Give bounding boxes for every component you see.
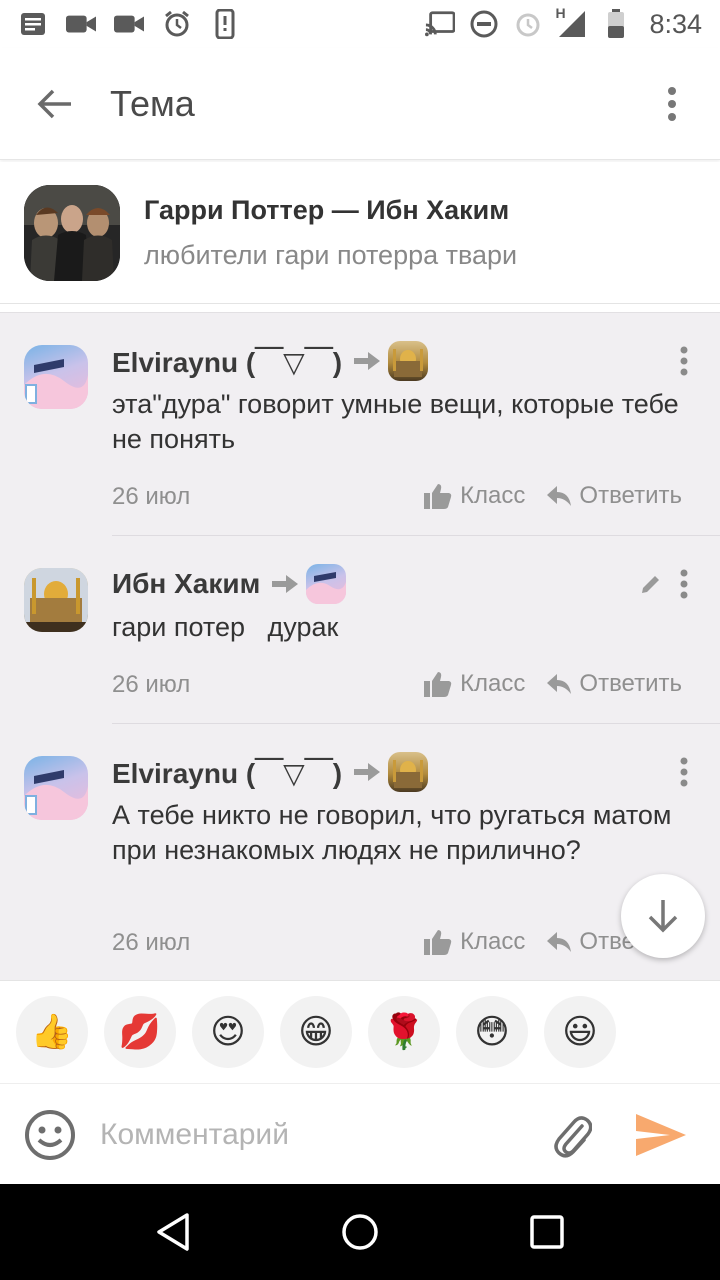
paperclip-icon bbox=[554, 1116, 592, 1158]
thumbs-up-icon bbox=[424, 484, 452, 509]
comment-actions: Класс Ответить bbox=[424, 482, 682, 510]
reaction-grin[interactable]: 😁 bbox=[280, 996, 352, 1068]
reply-to-avatar[interactable] bbox=[388, 752, 429, 792]
comment-header: Elviraynu (￣▽￣) bbox=[112, 341, 429, 381]
edit-button[interactable] bbox=[636, 569, 666, 599]
more-vert-icon bbox=[680, 757, 688, 787]
signal-icon: H bbox=[555, 5, 587, 39]
like-button[interactable]: Класс bbox=[424, 670, 525, 698]
smiley-icon bbox=[25, 1110, 75, 1160]
comment-date: 26 июл bbox=[112, 483, 191, 510]
emoji-button[interactable] bbox=[0, 1086, 100, 1184]
comment-more-button[interactable] bbox=[672, 752, 696, 792]
circle-home-icon bbox=[342, 1214, 378, 1250]
status-bar: H 8:34 bbox=[0, 0, 720, 48]
reaction-smile[interactable]: 😃 bbox=[544, 996, 616, 1068]
scroll-to-bottom-button[interactable] bbox=[621, 874, 705, 958]
triangle-back-icon bbox=[157, 1213, 190, 1251]
comment-header: Ибн Хаким bbox=[112, 564, 347, 604]
reaction-heart-eyes[interactable]: 😍 bbox=[192, 996, 264, 1068]
comment-author[interactable]: Elviraynu (￣▽￣) bbox=[112, 341, 342, 381]
comment-composer bbox=[0, 1086, 720, 1184]
comment-avatar[interactable] bbox=[24, 756, 88, 820]
reply-label: Ответить bbox=[579, 482, 682, 509]
reply-icon bbox=[547, 932, 572, 952]
app-bar: Тема bbox=[0, 48, 720, 160]
comment-more-button[interactable] bbox=[672, 341, 696, 381]
reactions-bar: 👍 💋 😍 😁 🌹 😳 😃 bbox=[0, 980, 720, 1084]
clock: 8:34 bbox=[649, 8, 702, 39]
network-type-label: H bbox=[555, 5, 566, 21]
comment-author[interactable]: Ибн Хаким bbox=[112, 568, 260, 600]
more-options-button[interactable] bbox=[624, 48, 720, 160]
comment-date: 26 июл bbox=[112, 929, 191, 956]
page-title: Тема bbox=[110, 82, 195, 124]
topic-subtitle: любители гари потерра твари bbox=[144, 239, 518, 270]
comment-author[interactable]: Elviraynu (￣▽￣) bbox=[112, 752, 342, 792]
pencil-icon bbox=[642, 576, 659, 593]
comment-item: Elviraynu (￣▽￣) эта"дура" говорит умные … bbox=[0, 313, 720, 536]
comment-input[interactable] bbox=[100, 1105, 520, 1165]
arrow-down-icon bbox=[648, 900, 678, 933]
nav-home-button[interactable] bbox=[315, 1187, 405, 1277]
send-icon bbox=[636, 1114, 686, 1156]
like-label: Класс bbox=[460, 928, 526, 955]
more-vert-icon bbox=[680, 569, 688, 599]
cast-icon bbox=[425, 9, 456, 39]
reply-to-avatar[interactable] bbox=[388, 341, 429, 381]
like-label: Класс bbox=[460, 482, 526, 509]
dnd-icon bbox=[469, 9, 499, 39]
comment-avatar[interactable] bbox=[24, 345, 88, 409]
device-icon bbox=[210, 9, 240, 39]
comment-actions: Класс Ответить bbox=[424, 670, 682, 698]
more-vert-icon bbox=[668, 86, 676, 121]
more-vert-icon bbox=[680, 346, 688, 376]
reply-arrow-icon bbox=[354, 350, 381, 372]
comment-text: эта"дура" говорит умные вещи, которые те… bbox=[112, 389, 679, 454]
arrow-back-icon bbox=[37, 89, 71, 118]
group-avatar[interactable] bbox=[24, 184, 120, 281]
reaction-kiss[interactable]: 💋 bbox=[104, 996, 176, 1068]
comment-item: Ибн Хаким гари потер дурак 26 июл Класс … bbox=[0, 536, 720, 724]
reply-button[interactable]: Ответить bbox=[547, 670, 682, 698]
send-button[interactable] bbox=[626, 1105, 696, 1165]
like-button[interactable]: Класс bbox=[424, 928, 525, 956]
comment-more-button[interactable] bbox=[672, 564, 696, 604]
reply-icon bbox=[547, 486, 572, 506]
comments-list: Elviraynu (￣▽￣) эта"дура" говорит умные … bbox=[0, 312, 720, 980]
reply-button[interactable]: Ответить bbox=[547, 482, 682, 510]
comment-text: гари потер дурак bbox=[112, 612, 339, 642]
reply-arrow-icon bbox=[354, 761, 381, 783]
square-recents-icon bbox=[529, 1215, 564, 1249]
battery-icon bbox=[601, 9, 631, 39]
nav-back-button[interactable] bbox=[128, 1187, 218, 1277]
reaction-rose[interactable]: 🌹 bbox=[368, 996, 440, 1068]
topic-header[interactable]: Гарри Поттер — Ибн Хаким любители гари п… bbox=[0, 162, 720, 304]
like-label: Класс bbox=[460, 670, 526, 697]
system-nav-bar bbox=[0, 1184, 720, 1280]
comment-avatar[interactable] bbox=[24, 568, 88, 632]
attach-button[interactable] bbox=[542, 1105, 602, 1165]
reply-label: Ответить bbox=[579, 670, 682, 697]
comment-header: Elviraynu (￣▽￣) bbox=[112, 752, 429, 792]
thumbs-up-icon bbox=[424, 930, 452, 955]
reply-to-avatar[interactable] bbox=[306, 564, 347, 604]
video-icon bbox=[114, 9, 144, 39]
thumbs-up-icon bbox=[424, 672, 452, 697]
comment-item: Elviraynu (￣▽￣) А тебе никто не говорил,… bbox=[0, 724, 720, 981]
alarm-icon bbox=[513, 9, 543, 39]
reaction-flushed[interactable]: 😳 bbox=[456, 996, 528, 1068]
back-button[interactable] bbox=[0, 48, 110, 160]
comment-date: 26 июл bbox=[112, 671, 191, 698]
topic-title: Гарри Поттер — Ибн Хаким bbox=[144, 194, 510, 225]
reply-icon bbox=[547, 674, 572, 694]
alarm-icon bbox=[162, 9, 192, 39]
video-icon bbox=[66, 9, 96, 39]
like-button[interactable]: Класс bbox=[424, 482, 525, 510]
notes-icon bbox=[18, 9, 48, 39]
comment-text: А тебе никто не говорил, что ругаться ма… bbox=[112, 800, 672, 865]
reply-arrow-icon bbox=[272, 573, 299, 595]
nav-recents-button[interactable] bbox=[502, 1187, 592, 1277]
reaction-thumbs-up[interactable]: 👍 bbox=[16, 996, 88, 1068]
